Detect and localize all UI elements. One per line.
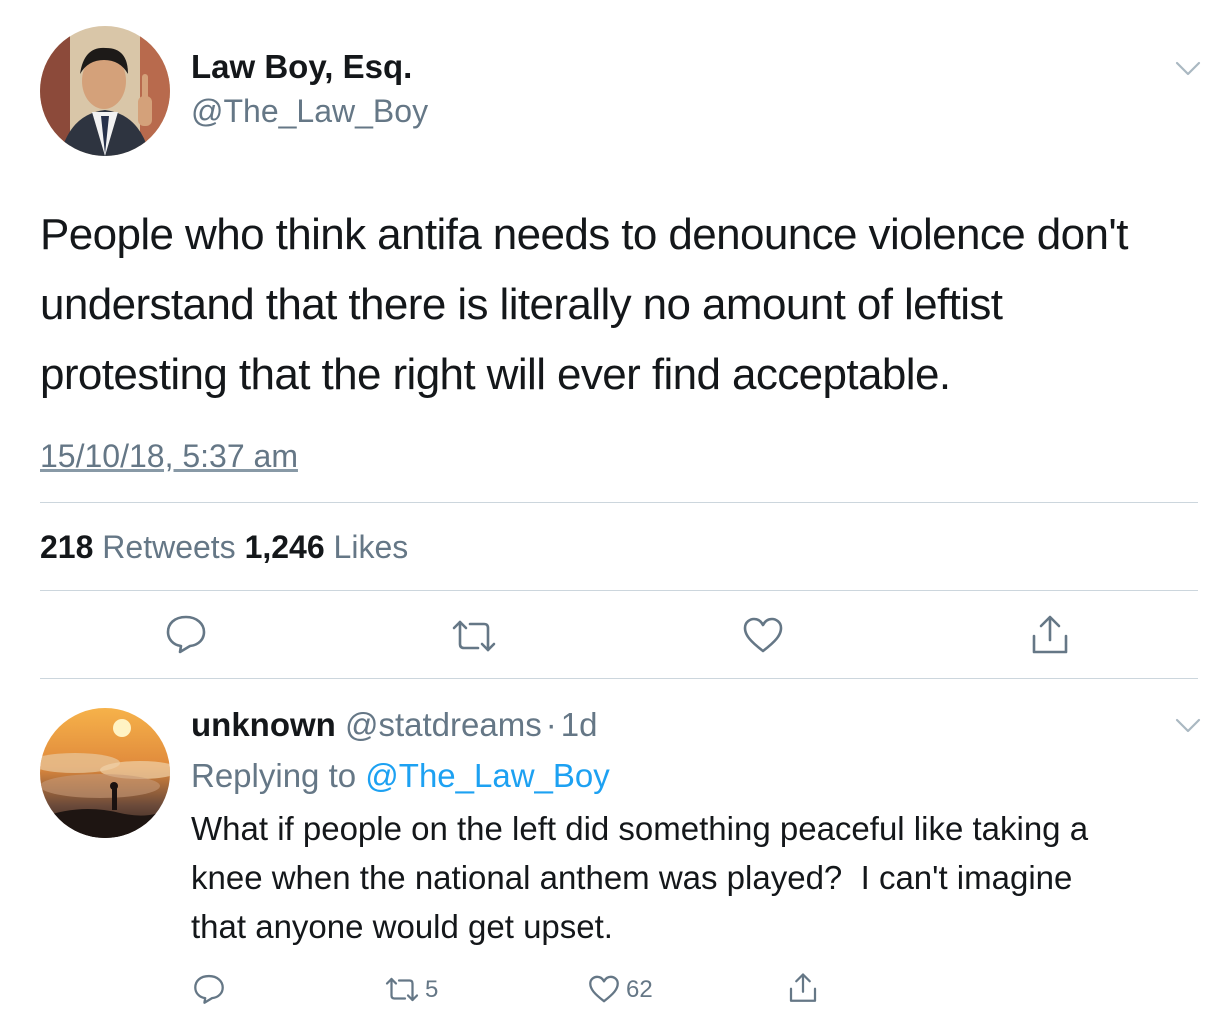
retweet-icon[interactable] [450, 618, 498, 654]
share-icon[interactable] [788, 972, 818, 1004]
reply-time[interactable]: 1d [561, 706, 598, 743]
chevron-down-icon[interactable] [1175, 717, 1201, 735]
author-avatar[interactable] [40, 26, 170, 156]
replying-handle-link[interactable]: @The_Law_Boy [365, 757, 609, 794]
reply-icon[interactable] [193, 973, 225, 1005]
reply-author-handle[interactable]: @statdreams [345, 706, 542, 743]
separator-dot: · [545, 706, 557, 743]
heart-icon[interactable] [588, 974, 620, 1004]
heart-icon[interactable] [742, 616, 784, 654]
chevron-down-icon[interactable] [1175, 60, 1201, 78]
retweet-icon[interactable] [384, 976, 420, 1003]
likes-count[interactable]: 1,246 [245, 529, 325, 565]
tweet-stats: 218 Retweets 1,246 Likes [40, 529, 408, 566]
reply-author-avatar[interactable] [40, 708, 170, 838]
reply-header: unknown @statdreams · 1d [191, 706, 597, 744]
reply-author-name[interactable]: unknown [191, 706, 336, 743]
replying-to: Replying to @The_Law_Boy [191, 757, 610, 795]
likes-label[interactable]: Likes [334, 529, 409, 565]
reply-likes-count: 62 [626, 976, 653, 1003]
share-icon[interactable] [1030, 614, 1070, 656]
retweets-count[interactable]: 218 [40, 529, 93, 565]
reply-retweets-count: 5 [425, 976, 439, 1003]
author-handle[interactable]: @The_Law_Boy [191, 93, 428, 130]
divider [40, 502, 1198, 503]
author-name[interactable]: Law Boy, Esq. [191, 48, 412, 86]
tweet-text: People who think antifa needs to denounc… [40, 210, 1128, 399]
replying-prefix: Replying to [191, 757, 357, 794]
divider [40, 590, 1198, 591]
retweets-label[interactable]: Retweets [102, 529, 235, 565]
divider [40, 678, 1198, 679]
reply-icon[interactable] [165, 614, 207, 654]
tweet-timestamp[interactable]: 15/10/18, 5:37 am [40, 438, 298, 475]
reply-text: What if people on the left did something… [191, 810, 1098, 945]
